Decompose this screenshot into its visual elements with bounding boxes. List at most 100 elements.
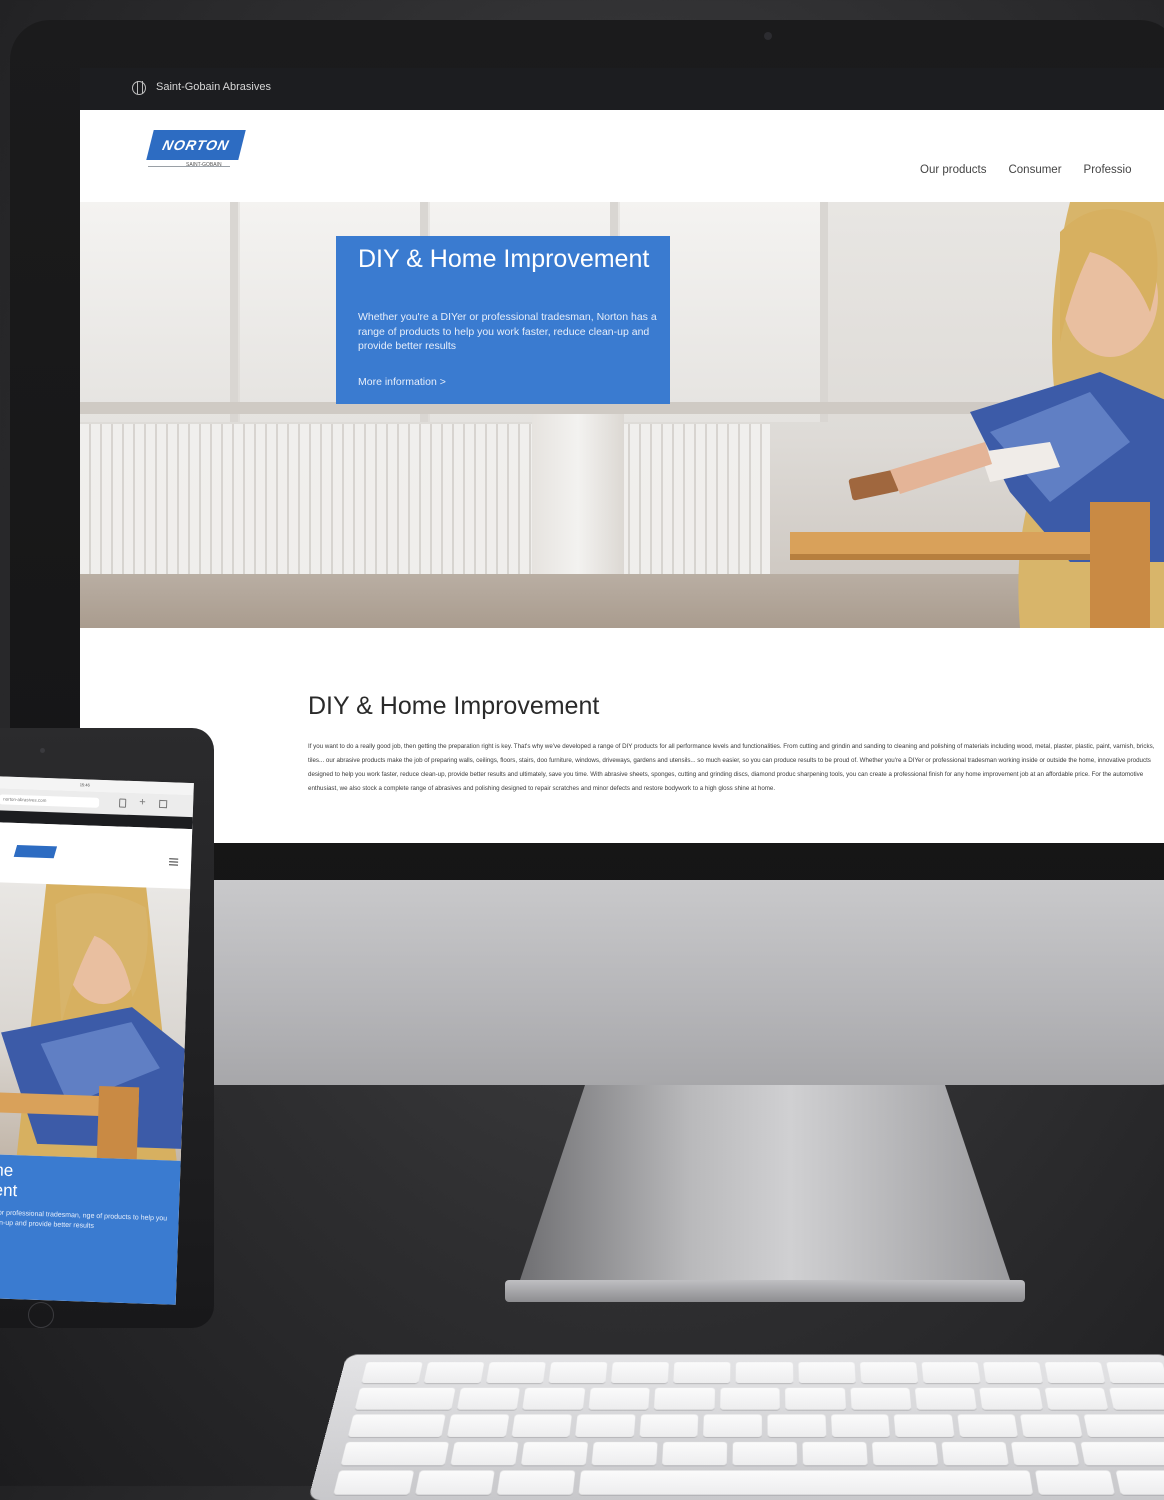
- key: [831, 1414, 890, 1437]
- window-pane: [80, 202, 238, 422]
- key: [1084, 1414, 1164, 1437]
- tablet-norton-logo[interactable]: [14, 845, 57, 858]
- radiator: [80, 424, 770, 574]
- key: [654, 1388, 715, 1410]
- tabs-icon[interactable]: [159, 800, 167, 808]
- key: [447, 1414, 509, 1437]
- hero-description: Whether you're a DIYer or professional t…: [358, 310, 658, 354]
- globe-icon[interactable]: [132, 81, 146, 95]
- key: [674, 1362, 731, 1383]
- key: [1035, 1471, 1115, 1495]
- key: [450, 1442, 518, 1465]
- key: [802, 1442, 867, 1465]
- key: [1011, 1442, 1079, 1465]
- key: [798, 1362, 855, 1383]
- tablet-hero-image: [0, 882, 190, 1161]
- key: [424, 1362, 485, 1383]
- ipad-camera-icon: [40, 748, 45, 753]
- key: [522, 1388, 584, 1410]
- key-row: [341, 1442, 1164, 1465]
- keyboard: [308, 1355, 1164, 1500]
- key: [662, 1442, 727, 1465]
- key: [732, 1442, 797, 1465]
- key: [549, 1362, 608, 1383]
- key: [1106, 1362, 1164, 1383]
- hamburger-menu-icon[interactable]: [169, 858, 178, 865]
- url-field[interactable]: norton-abrasives.com: [0, 794, 99, 807]
- imac-stand: [515, 1085, 1015, 1295]
- key: [415, 1471, 495, 1495]
- content-title: DIY & Home Improvement: [308, 692, 599, 721]
- key: [497, 1471, 575, 1495]
- key: [957, 1414, 1018, 1437]
- key: [921, 1362, 980, 1383]
- key: [860, 1362, 918, 1383]
- key: [361, 1362, 422, 1383]
- key: [486, 1362, 546, 1383]
- key: [1110, 1388, 1164, 1410]
- tablet-hero-card: ome ment DIYer or professional tradesman…: [0, 1154, 181, 1305]
- key-row: [355, 1388, 1164, 1410]
- hero-title: DIY & Home Improvement: [358, 246, 658, 273]
- tablet-screen: 15:46 norton-abrasives.com + ome ment DI…: [0, 776, 194, 1305]
- woman-sanding-image: [770, 202, 1164, 628]
- key: [333, 1471, 414, 1495]
- status-time: 15:46: [80, 782, 90, 787]
- logo-text: NORTON: [161, 137, 231, 153]
- key: [575, 1414, 635, 1437]
- desktop-screen: Saint-Gobain Abrasives NORTON SAINT-GOBA…: [80, 68, 1164, 843]
- key: [591, 1442, 657, 1465]
- key-row: [348, 1414, 1164, 1437]
- hero-banner: DIY & Home Improvement Whether you're a …: [80, 202, 1164, 628]
- nav-item-consumer[interactable]: Consumer: [1008, 164, 1061, 176]
- new-tab-icon[interactable]: +: [139, 796, 146, 808]
- camera-icon: [764, 32, 772, 40]
- hero-card: DIY & Home Improvement Whether you're a …: [336, 236, 670, 404]
- key: [1116, 1471, 1164, 1495]
- key: [611, 1362, 669, 1383]
- key: [720, 1388, 780, 1410]
- more-information-link[interactable]: More information >: [358, 376, 446, 388]
- key: [355, 1388, 455, 1410]
- key: [348, 1414, 446, 1437]
- content-body: If you want to do a really good job, the…: [308, 740, 1164, 796]
- key: [980, 1388, 1043, 1410]
- key: [1081, 1442, 1164, 1465]
- nav-item-our-products[interactable]: Our products: [920, 164, 986, 176]
- key: [894, 1414, 954, 1437]
- key: [1020, 1414, 1082, 1437]
- space-key: [579, 1471, 1034, 1495]
- tablet-hero-title-line-2: ment: [0, 1180, 18, 1201]
- pillar: [532, 414, 624, 574]
- tablet-hero-description: DIYer or professional tradesman, nge of …: [0, 1208, 169, 1235]
- ipad-home-button: [28, 1302, 54, 1328]
- key: [1044, 1362, 1105, 1383]
- key: [983, 1362, 1043, 1383]
- key: [942, 1442, 1009, 1465]
- key: [639, 1414, 698, 1437]
- nav-item-professional[interactable]: Professio: [1084, 164, 1132, 176]
- main-nav: Our products Consumer Professio: [920, 164, 1131, 176]
- share-icon[interactable]: [119, 799, 126, 808]
- key: [1045, 1388, 1109, 1410]
- tablet-hero-title: ome ment: [0, 1160, 18, 1201]
- corporate-topbar: Saint-Gobain Abrasives: [80, 68, 1164, 110]
- key: [521, 1442, 588, 1465]
- imac-stand-base: [505, 1280, 1025, 1302]
- site-header: NORTON SAINT-GOBAIN Our products Consume…: [80, 110, 1164, 202]
- key: [704, 1414, 762, 1437]
- key: [768, 1414, 826, 1437]
- corporate-link[interactable]: Saint-Gobain Abrasives: [156, 81, 271, 93]
- key-row: [333, 1471, 1164, 1495]
- key: [850, 1388, 911, 1410]
- key: [872, 1442, 938, 1465]
- key-row: [361, 1362, 1164, 1383]
- key: [511, 1414, 572, 1437]
- key: [736, 1362, 793, 1383]
- key: [785, 1388, 845, 1410]
- tablet-woman-image: [0, 882, 190, 1161]
- key: [588, 1388, 650, 1410]
- norton-logo[interactable]: NORTON: [146, 130, 245, 160]
- logo-subtext: SAINT-GOBAIN: [186, 162, 222, 168]
- tablet-site-header: [0, 822, 192, 889]
